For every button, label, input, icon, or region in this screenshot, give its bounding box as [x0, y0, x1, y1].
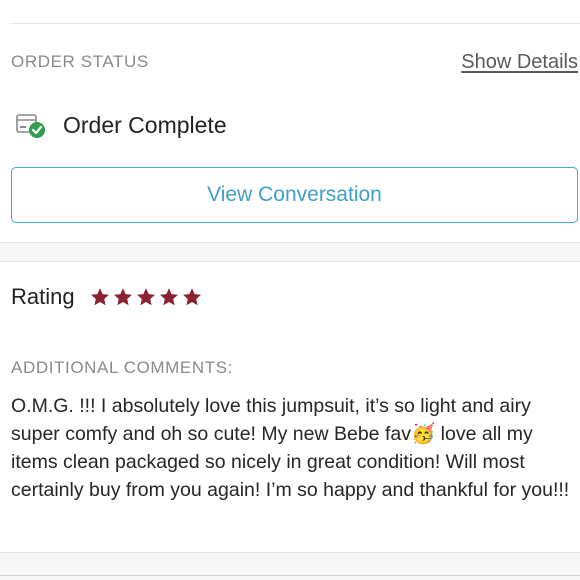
star-icon — [182, 288, 201, 306]
additional-comments-label: ADDITIONAL COMMENTS: — [11, 358, 233, 377]
order-status-header: ORDER STATUS Show Details — [11, 50, 578, 74]
order-status-text: Order Complete — [63, 111, 227, 138]
rating-label: Rating — [11, 284, 75, 309]
show-details-link[interactable]: Show Details — [461, 51, 578, 74]
star-icon — [136, 288, 155, 306]
star-icon — [113, 288, 132, 306]
rating-stars — [89, 286, 203, 308]
bottom-divider — [0, 552, 580, 580]
star-icon — [159, 288, 178, 306]
star-icon — [90, 288, 109, 306]
package-check-icon — [15, 109, 47, 141]
rating-row: Rating — [11, 282, 203, 312]
section-divider — [0, 242, 580, 262]
order-status-row: Order Complete — [15, 108, 227, 142]
order-status-label: ORDER STATUS — [11, 52, 149, 71]
view-conversation-button[interactable]: View Conversation — [11, 167, 578, 223]
top-divider — [11, 23, 580, 24]
additional-comments-text: O.M.G. !!! I absolutely love this jumpsu… — [11, 395, 570, 501]
